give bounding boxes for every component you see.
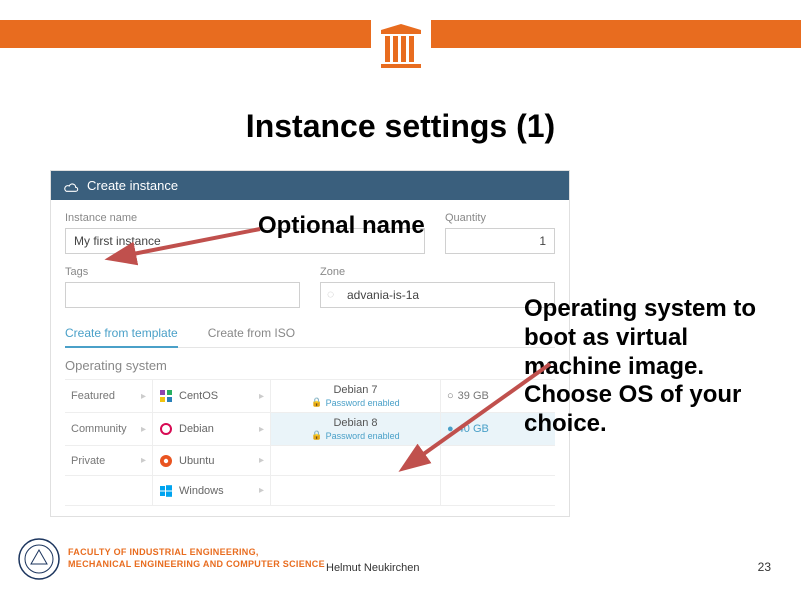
footer-author: Helmut Neukirchen bbox=[326, 562, 420, 574]
panel-header: Create instance bbox=[51, 171, 569, 200]
lock-icon: 🔒 bbox=[311, 430, 322, 441]
os-ubuntu[interactable]: Ubuntu▸ bbox=[153, 446, 271, 475]
zone-label: Zone bbox=[320, 266, 555, 278]
debian-icon bbox=[159, 422, 173, 436]
quantity-input[interactable] bbox=[445, 228, 555, 254]
source-tabs: Create from template Create from ISO bbox=[65, 320, 555, 348]
annotation-os-choice: Operating system to boot as virtual mach… bbox=[524, 295, 784, 439]
windows-icon bbox=[159, 484, 173, 498]
annotation-optional-name: Optional name bbox=[258, 212, 425, 241]
footer-logo: FACULTY OF INDUSTRIAL ENGINEERING, MECHA… bbox=[18, 538, 325, 580]
university-seal-icon bbox=[18, 538, 60, 580]
slide-title: Instance settings (1) bbox=[0, 108, 801, 145]
tags-label: Tags bbox=[65, 266, 300, 278]
globe-icon: ◌ bbox=[327, 287, 334, 301]
cloud-icon bbox=[63, 179, 79, 193]
faculty-line-1: FACULTY OF INDUSTRIAL ENGINEERING, bbox=[68, 547, 325, 559]
page-number: 23 bbox=[758, 560, 771, 574]
lock-icon: 🔒 bbox=[311, 397, 322, 408]
quantity-label: Quantity bbox=[445, 212, 555, 224]
zone-select[interactable] bbox=[320, 282, 555, 308]
chevron-right-icon: ▸ bbox=[259, 485, 264, 496]
centos-icon bbox=[159, 389, 173, 403]
chevron-right-icon: ▸ bbox=[259, 391, 264, 402]
os-grid: Featured ▸ CentOS▸ Debian 7 🔒Password ena… bbox=[65, 379, 555, 506]
os-windows[interactable]: Windows▸ bbox=[153, 476, 271, 505]
chevron-right-icon: ▸ bbox=[259, 455, 264, 466]
faculty-line-2: MECHANICAL ENGINEERING AND COMPUTER SCIE… bbox=[68, 559, 325, 571]
os-row-debian: Community ▸ Debian▸ Debian 8 🔒Password en… bbox=[65, 413, 555, 446]
ubuntu-icon bbox=[159, 454, 173, 468]
os-section-label: Operating system bbox=[65, 358, 555, 373]
chevron-right-icon: ▸ bbox=[141, 424, 146, 435]
dot-icon: ● bbox=[447, 423, 454, 435]
panel-header-title: Create instance bbox=[87, 178, 178, 193]
chevron-right-icon: ▸ bbox=[259, 424, 264, 435]
category-community[interactable]: Community bbox=[71, 423, 127, 435]
pillars-icon bbox=[379, 24, 423, 72]
os-centos[interactable]: CentOS▸ bbox=[153, 380, 271, 412]
chevron-right-icon: ▸ bbox=[141, 455, 146, 466]
university-logo bbox=[371, 20, 431, 80]
category-featured[interactable]: Featured bbox=[71, 390, 115, 402]
os-row-centos: Featured ▸ CentOS▸ Debian 7 🔒Password ena… bbox=[65, 380, 555, 413]
os-debian[interactable]: Debian▸ bbox=[153, 413, 271, 445]
os-row-windows: Windows▸ bbox=[65, 476, 555, 506]
chevron-right-icon: ▸ bbox=[141, 391, 146, 402]
tab-iso[interactable]: Create from ISO bbox=[208, 320, 295, 347]
tab-template[interactable]: Create from template bbox=[65, 320, 178, 348]
version-deb8[interactable]: Debian 8 🔒Password enabled bbox=[271, 413, 441, 445]
os-row-ubuntu: Private ▸ Ubuntu▸ bbox=[65, 446, 555, 476]
category-private[interactable]: Private bbox=[71, 455, 105, 467]
version-deb7[interactable]: Debian 7 🔒Password enabled bbox=[271, 380, 441, 412]
tags-input[interactable] bbox=[65, 282, 300, 308]
circle-icon: ○ bbox=[447, 390, 454, 402]
